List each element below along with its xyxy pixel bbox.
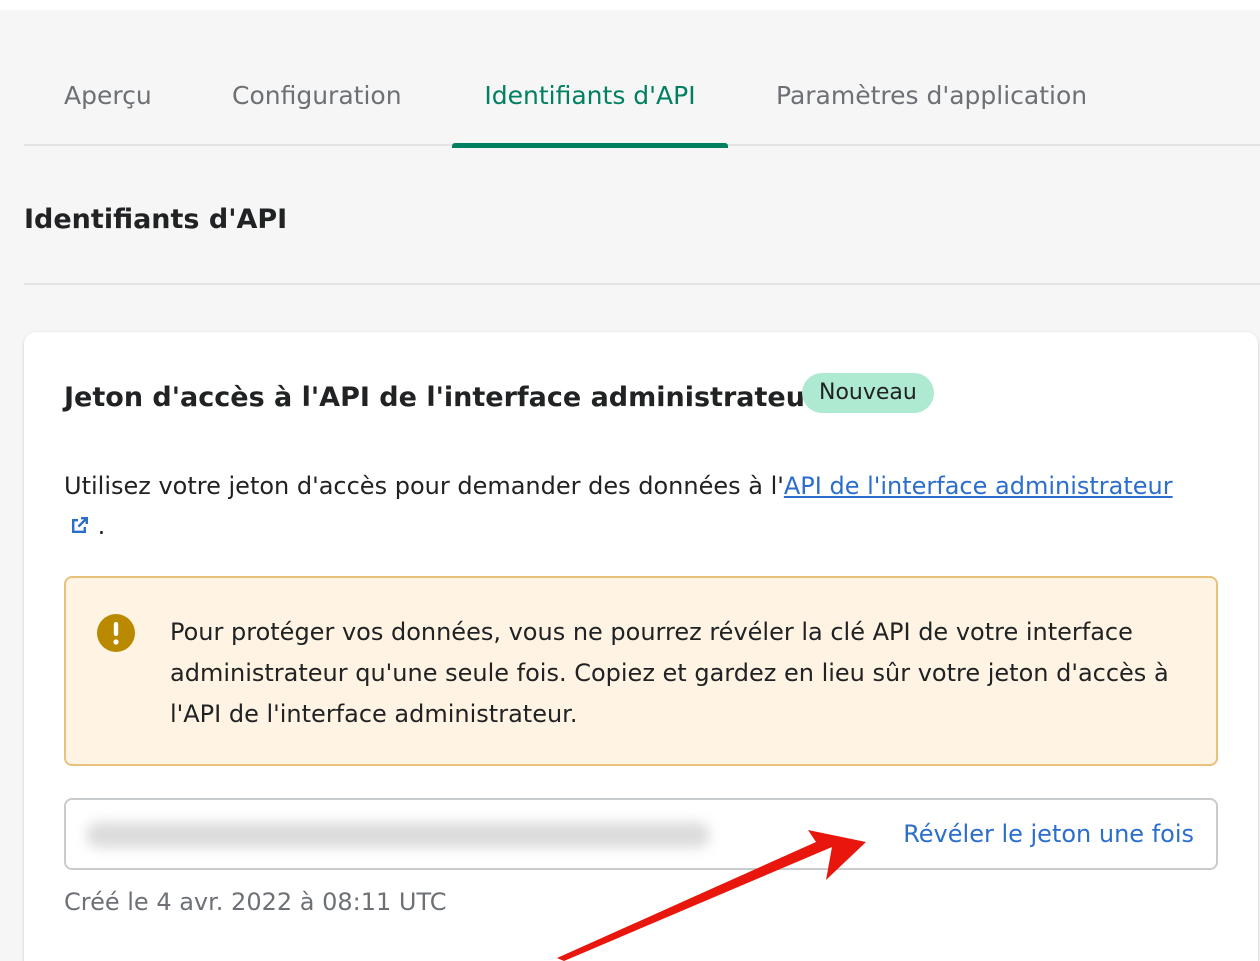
active-tab-indicator: [452, 143, 728, 148]
api-token-card: Jeton d'accès à l'API de l'interface adm…: [24, 332, 1258, 961]
exclamation-circle-icon: [97, 614, 135, 652]
token-field: Révéler le jeton une fois: [64, 798, 1218, 870]
external-link-icon: [70, 507, 90, 533]
tab-apercu[interactable]: Aperçu: [64, 60, 152, 146]
reveal-token-button[interactable]: Révéler le jeton une fois: [903, 820, 1194, 848]
card-description: Utilisez votre jeton d'accès pour demand…: [64, 466, 1184, 546]
card-title: Jeton d'accès à l'API de l'interface adm…: [64, 382, 819, 413]
warning-text: Pour protéger vos données, vous ne pourr…: [170, 618, 1169, 728]
tab-configuration[interactable]: Configuration: [232, 60, 402, 146]
hidden-token-placeholder: [86, 822, 710, 848]
top-strip: [0, 0, 1260, 10]
description-suffix: .: [90, 512, 106, 540]
tab-label: Identifiants d'API: [484, 81, 696, 110]
tab-parametres-application[interactable]: Paramètres d'application: [776, 60, 1087, 146]
description-text: Utilisez votre jeton d'accès pour demand…: [64, 472, 784, 500]
tab-identifiants-api[interactable]: Identifiants d'API: [452, 60, 728, 148]
admin-api-link-text: API de l'interface administrateur: [783, 472, 1173, 500]
tab-bar: Aperçu Configuration Identifiants d'API …: [24, 60, 1260, 148]
divider: [24, 283, 1260, 285]
new-badge: Nouveau: [802, 373, 934, 413]
created-timestamp: Créé le 4 avr. 2022 à 08:11 UTC: [64, 888, 447, 916]
app-page: Aperçu Configuration Identifiants d'API …: [0, 0, 1260, 961]
page-title: Identifiants d'API: [24, 204, 288, 235]
warning-banner: Pour protéger vos données, vous ne pourr…: [64, 576, 1218, 766]
